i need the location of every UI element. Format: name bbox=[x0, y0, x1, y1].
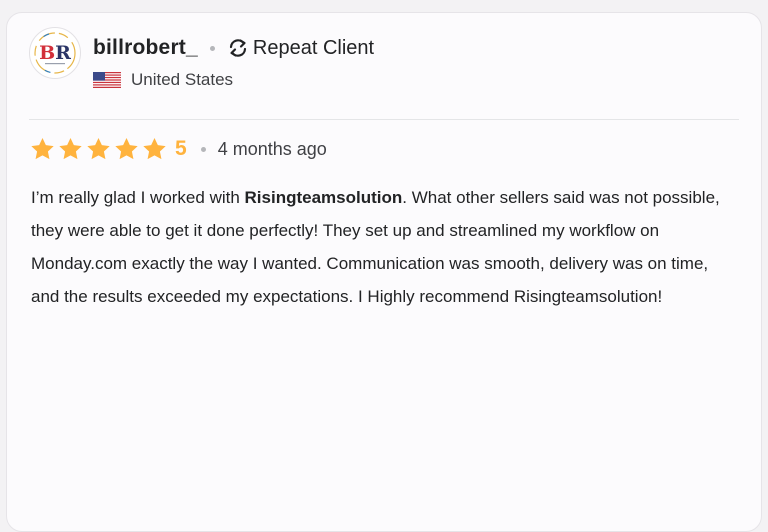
rating-row: 5 4 months ago bbox=[29, 136, 327, 162]
reviewer-username[interactable]: billrobert_ bbox=[93, 36, 198, 60]
star-icon bbox=[113, 136, 140, 162]
rating-score: 5 bbox=[175, 137, 187, 160]
repeat-icon bbox=[227, 37, 249, 59]
star-icon bbox=[141, 136, 168, 162]
seller-name: Risingteamsolution bbox=[244, 188, 403, 207]
reviewer-identity: billrobert_ Repeat Client United States bbox=[93, 35, 374, 91]
review-text-start: I’m really glad I worked with bbox=[31, 188, 245, 207]
star-icon bbox=[57, 136, 84, 162]
repeat-client-label: Repeat Client bbox=[252, 36, 375, 59]
header-divider bbox=[29, 119, 739, 120]
us-flag-icon bbox=[93, 72, 121, 88]
separator-dot bbox=[209, 45, 215, 51]
review-time-ago: 4 months ago bbox=[217, 138, 327, 159]
reviewer-country-row: United States bbox=[93, 69, 374, 91]
reviewer-header: BR billrobert_ Repeat Client United Stat… bbox=[29, 27, 374, 91]
star-icon bbox=[85, 136, 112, 162]
review-card: BR billrobert_ Repeat Client United Stat… bbox=[6, 12, 762, 532]
avatar[interactable]: BR bbox=[29, 27, 81, 79]
review-text: I’m really glad I worked with Risingteam… bbox=[31, 181, 731, 313]
avatar-logo-icon: BR bbox=[34, 32, 76, 74]
reviewer-country: United States bbox=[131, 70, 234, 89]
separator-dot bbox=[200, 146, 206, 152]
star-icon bbox=[29, 136, 56, 162]
reviewer-name-row: billrobert_ Repeat Client bbox=[93, 35, 374, 61]
avatar-initials: BR bbox=[39, 42, 71, 64]
star-rating bbox=[29, 136, 169, 162]
